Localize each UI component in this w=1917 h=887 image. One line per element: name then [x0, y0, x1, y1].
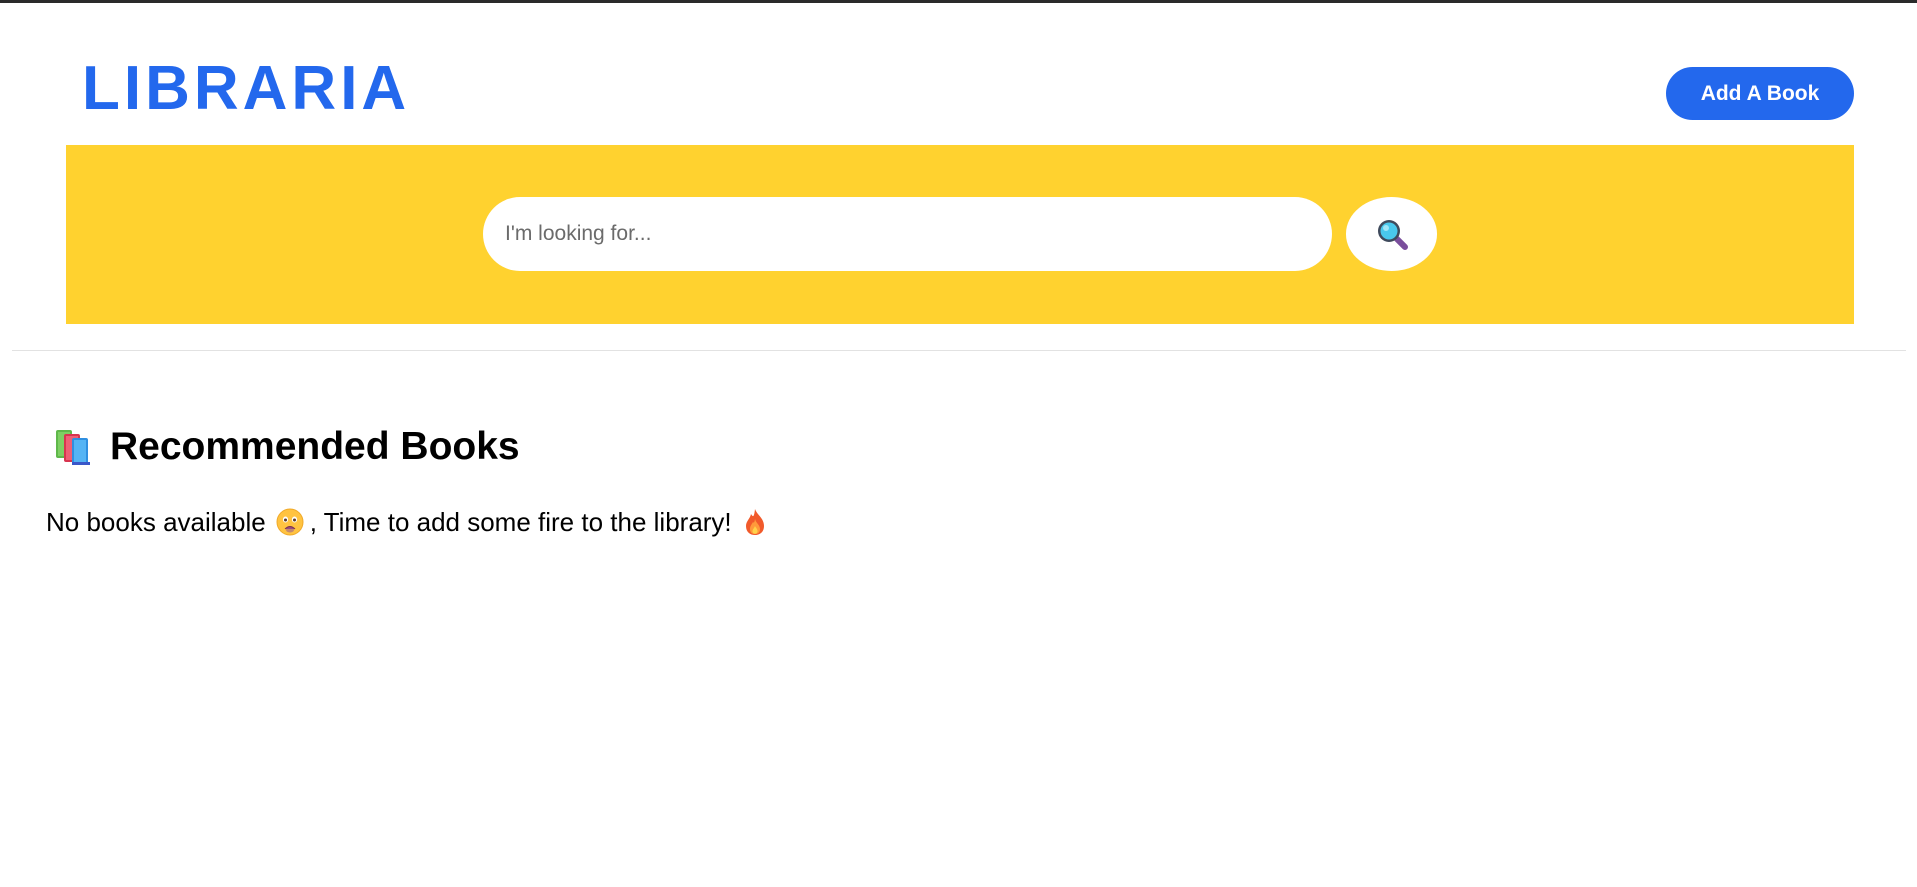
site-logo[interactable]: LIBRARIA [82, 58, 410, 120]
books-icon [56, 430, 90, 465]
search-banner [66, 145, 1854, 324]
recommended-heading: Recommended Books [50, 423, 520, 469]
fire-icon [745, 509, 764, 535]
search-button[interactable] [1346, 197, 1437, 271]
empty-message-cta: , Time to add some fire to the library! [309, 506, 732, 537]
sad-face-icon [276, 508, 304, 536]
site-header: LIBRARIA Add A Book [0, 3, 1917, 145]
empty-message-text: No books available [46, 506, 266, 537]
add-book-button[interactable]: Add A Book [1666, 67, 1854, 120]
magnifying-glass-icon [1377, 220, 1408, 250]
header-divider [12, 350, 1906, 351]
empty-state-message: No books available , Time to add some fi… [46, 505, 768, 539]
search-input[interactable] [483, 197, 1332, 271]
section-title: Recommended Books [110, 424, 520, 468]
